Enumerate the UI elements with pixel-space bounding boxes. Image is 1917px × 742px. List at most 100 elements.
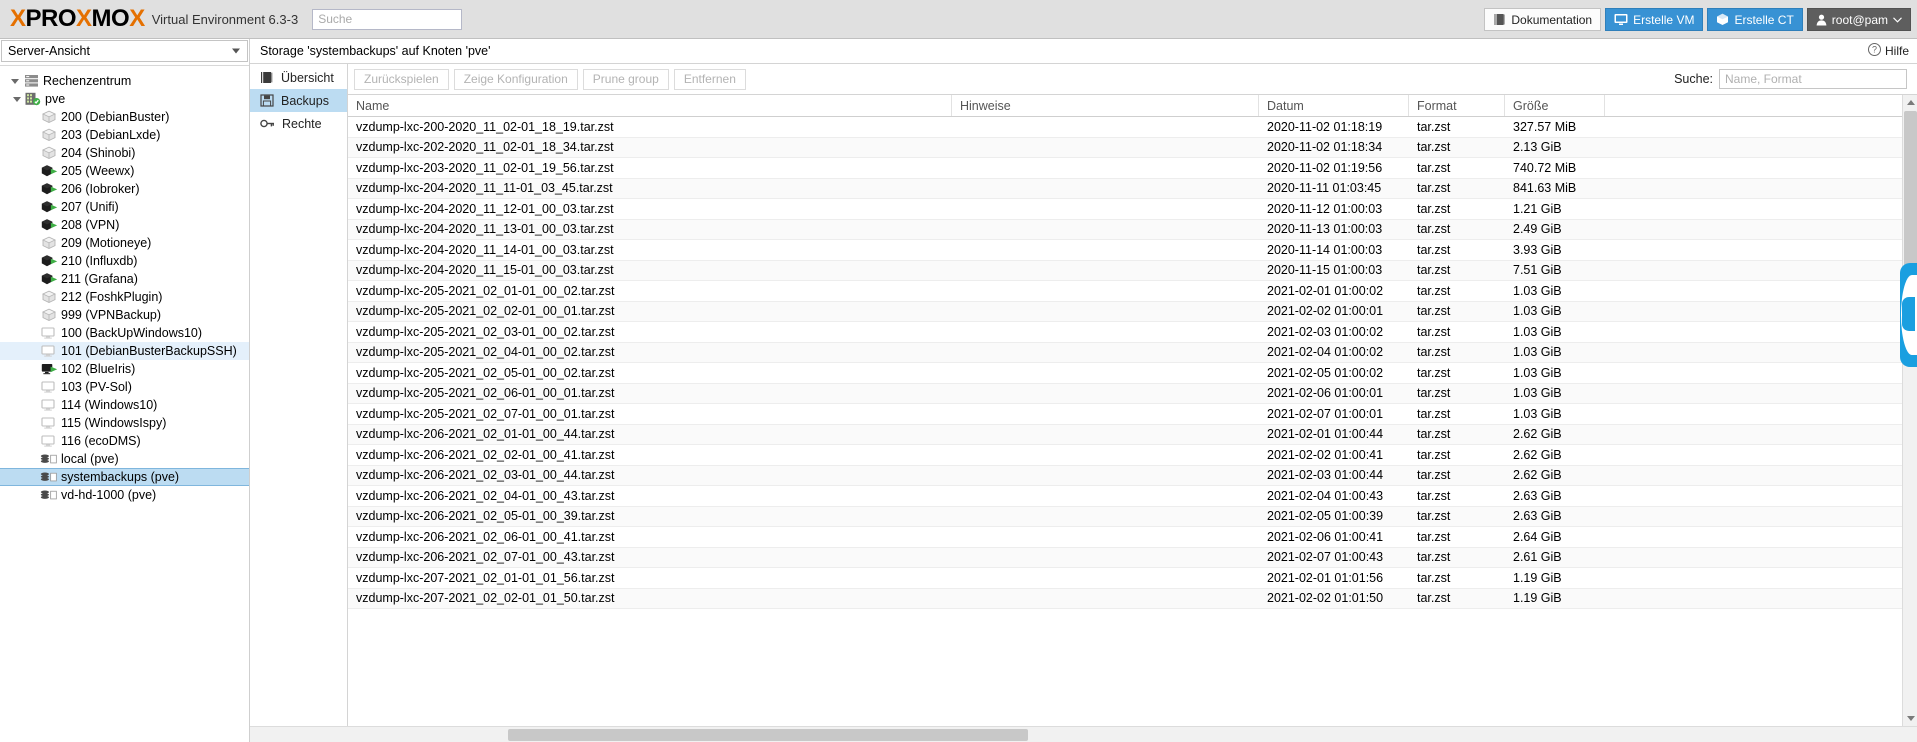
horizontal-scroll-thumb[interactable] bbox=[508, 729, 1028, 741]
table-row[interactable]: vzdump-lxc-204-2020_11_11-01_03_45.tar.z… bbox=[348, 178, 1917, 199]
tree-item[interactable]: 116 (ecoDMS) bbox=[0, 432, 249, 450]
chevron-down-icon[interactable] bbox=[8, 74, 22, 88]
tree-item[interactable]: 205 (Weewx) bbox=[0, 162, 249, 180]
cell-note bbox=[952, 179, 1259, 199]
tree-item[interactable]: 212 (FoshkPlugin) bbox=[0, 288, 249, 306]
create-ct-label: Erstelle CT bbox=[1734, 12, 1794, 27]
scroll-down-icon[interactable] bbox=[1903, 711, 1917, 726]
tree-item-label: 204 (Shinobi) bbox=[61, 146, 136, 160]
tree-item[interactable]: 114 (Windows10) bbox=[0, 396, 249, 414]
tree-item[interactable]: 203 (DebianLxde) bbox=[0, 126, 249, 144]
grid-search-input[interactable] bbox=[1719, 69, 1907, 89]
qemu-stopped-icon bbox=[40, 397, 58, 413]
cell-size: 1.21 GiB bbox=[1513, 201, 1562, 216]
tab-rechte[interactable]: Rechte bbox=[250, 112, 347, 135]
table-row[interactable]: vzdump-lxc-205-2021_02_07-01_00_01.tar.z… bbox=[348, 404, 1917, 425]
table-row[interactable]: vzdump-lxc-205-2021_02_06-01_00_01.tar.z… bbox=[348, 383, 1917, 404]
table-row[interactable]: vzdump-lxc-204-2020_11_15-01_00_03.tar.z… bbox=[348, 260, 1917, 281]
tree-item-label: 999 (VPNBackup) bbox=[61, 308, 162, 322]
lxc-running-icon bbox=[40, 271, 58, 287]
create-ct-button[interactable]: Erstelle CT bbox=[1707, 8, 1803, 31]
tree-item[interactable]: Rechenzentrum bbox=[0, 72, 249, 90]
tree-item[interactable]: 210 (Influxdb) bbox=[0, 252, 249, 270]
tree-item[interactable]: 206 (Iobroker) bbox=[0, 180, 249, 198]
tree-item-label: pve bbox=[45, 92, 66, 106]
table-row[interactable]: vzdump-lxc-206-2021_02_07-01_00_43.tar.z… bbox=[348, 547, 1917, 568]
tree-item-label: 212 (FoshkPlugin) bbox=[61, 290, 163, 304]
table-row[interactable]: vzdump-lxc-200-2020_11_02-01_18_19.tar.z… bbox=[348, 117, 1917, 138]
tree-item[interactable]: 204 (Shinobi) bbox=[0, 144, 249, 162]
grid-search-area: Suche: bbox=[1674, 69, 1907, 89]
tree-item[interactable]: 211 (Grafana) bbox=[0, 270, 249, 288]
cell-name: vzdump-lxc-205-2021_02_05-01_00_02.tar.z… bbox=[356, 365, 615, 380]
table-row[interactable]: vzdump-lxc-206-2021_02_04-01_00_43.tar.z… bbox=[348, 486, 1917, 507]
create-vm-button[interactable]: Erstelle VM bbox=[1605, 8, 1704, 31]
table-row[interactable]: vzdump-lxc-206-2021_02_05-01_00_39.tar.z… bbox=[348, 506, 1917, 527]
cell-name: vzdump-lxc-204-2020_11_12-01_00_03.tar.z… bbox=[356, 201, 614, 216]
tree-item[interactable]: vd-hd-1000 (pve) bbox=[0, 486, 249, 504]
table-row[interactable]: vzdump-lxc-205-2021_02_04-01_00_02.tar.z… bbox=[348, 342, 1917, 363]
cell-name: vzdump-lxc-207-2021_02_02-01_01_50.tar.z… bbox=[356, 591, 615, 606]
grid-column-header[interactable]: Format bbox=[1409, 95, 1505, 116]
user-menu-button[interactable]: root@pam bbox=[1806, 8, 1911, 31]
table-row[interactable]: vzdump-lxc-207-2021_02_01-01_01_56.tar.z… bbox=[348, 568, 1917, 589]
tree-item[interactable]: systembackups (pve) bbox=[0, 468, 249, 486]
tree-item[interactable]: 115 (WindowsIspy) bbox=[0, 414, 249, 432]
tree-item[interactable]: 103 (PV-Sol) bbox=[0, 378, 249, 396]
cell-date: 2021-02-02 01:00:01 bbox=[1267, 304, 1384, 319]
view-selector[interactable]: Server-Ansicht bbox=[1, 40, 248, 62]
tree-item[interactable]: 207 (Unifi) bbox=[0, 198, 249, 216]
cell-note bbox=[952, 404, 1259, 424]
table-row[interactable]: vzdump-lxc-205-2021_02_05-01_00_02.tar.z… bbox=[348, 363, 1917, 384]
table-row[interactable]: vzdump-lxc-202-2020_11_02-01_18_34.tar.z… bbox=[348, 137, 1917, 158]
table-row[interactable]: vzdump-lxc-206-2021_02_03-01_00_44.tar.z… bbox=[348, 465, 1917, 486]
table-row[interactable]: vzdump-lxc-207-2021_02_02-01_01_50.tar.z… bbox=[348, 588, 1917, 609]
cell-note bbox=[952, 261, 1259, 281]
scroll-thumb[interactable] bbox=[1904, 111, 1917, 279]
tree-item[interactable]: 209 (Motioneye) bbox=[0, 234, 249, 252]
table-row[interactable]: vzdump-lxc-205-2021_02_02-01_00_01.tar.z… bbox=[348, 301, 1917, 322]
table-row[interactable]: vzdump-lxc-204-2020_11_14-01_00_03.tar.z… bbox=[348, 240, 1917, 261]
table-row[interactable]: vzdump-lxc-205-2021_02_03-01_00_02.tar.z… bbox=[348, 322, 1917, 343]
tab-backups[interactable]: Backups bbox=[250, 89, 347, 112]
global-search-input[interactable] bbox=[312, 8, 463, 30]
cell-date: 2020-11-02 01:19:56 bbox=[1267, 160, 1383, 175]
lxc-stopped-icon bbox=[40, 235, 58, 251]
cell-format: tar.zst bbox=[1417, 427, 1451, 442]
table-row[interactable]: vzdump-lxc-206-2021_02_02-01_00_41.tar.z… bbox=[348, 445, 1917, 466]
feedback-tab-widget[interactable] bbox=[1900, 263, 1917, 367]
grid-column-header[interactable]: Größe bbox=[1505, 95, 1605, 116]
table-row[interactable]: vzdump-lxc-204-2020_11_13-01_00_03.tar.z… bbox=[348, 219, 1917, 240]
scroll-up-icon[interactable] bbox=[1903, 95, 1917, 110]
tree-item[interactable]: 208 (VPN) bbox=[0, 216, 249, 234]
cell-note bbox=[952, 281, 1259, 301]
table-row[interactable]: vzdump-lxc-204-2020_11_12-01_00_03.tar.z… bbox=[348, 199, 1917, 220]
tree-item[interactable]: pve bbox=[0, 90, 249, 108]
chevron-down-icon[interactable] bbox=[10, 92, 24, 106]
cell-size: 2.62 GiB bbox=[1513, 447, 1562, 462]
grid-column-header[interactable]: Datum bbox=[1259, 95, 1409, 116]
cell-format: tar.zst bbox=[1417, 140, 1451, 155]
table-row[interactable]: vzdump-lxc-206-2021_02_06-01_00_41.tar.z… bbox=[348, 527, 1917, 548]
tree-item[interactable]: 100 (BackUpWindows10) bbox=[0, 324, 249, 342]
horizontal-scrollbar[interactable] bbox=[250, 726, 1917, 742]
table-row[interactable]: vzdump-lxc-203-2020_11_02-01_19_56.tar.z… bbox=[348, 158, 1917, 179]
grid-column-header[interactable]: Name bbox=[348, 95, 952, 116]
tree-item[interactable]: 200 (DebianBuster) bbox=[0, 108, 249, 126]
grid-column-header[interactable]: Hinweise bbox=[952, 95, 1259, 116]
help-button[interactable]: ? Hilfe bbox=[1867, 43, 1909, 59]
tree-item[interactable]: local (pve) bbox=[0, 450, 249, 468]
grid-vertical-scrollbar[interactable] bbox=[1902, 95, 1917, 726]
table-row[interactable]: vzdump-lxc-205-2021_02_01-01_00_02.tar.z… bbox=[348, 281, 1917, 302]
documentation-button[interactable]: Dokumentation bbox=[1484, 8, 1602, 31]
table-row[interactable]: vzdump-lxc-206-2021_02_01-01_00_44.tar.z… bbox=[348, 424, 1917, 445]
tree-item[interactable]: 999 (VPNBackup) bbox=[0, 306, 249, 324]
tab-bersicht[interactable]: Übersicht bbox=[250, 66, 347, 89]
cell-name: vzdump-lxc-204-2020_11_14-01_00_03.tar.z… bbox=[356, 242, 614, 257]
tree-item[interactable]: 102 (BlueIris) bbox=[0, 360, 249, 378]
cell-format: tar.zst bbox=[1417, 386, 1451, 401]
tree-item[interactable]: 101 (DebianBusterBackupSSH) bbox=[0, 342, 249, 360]
